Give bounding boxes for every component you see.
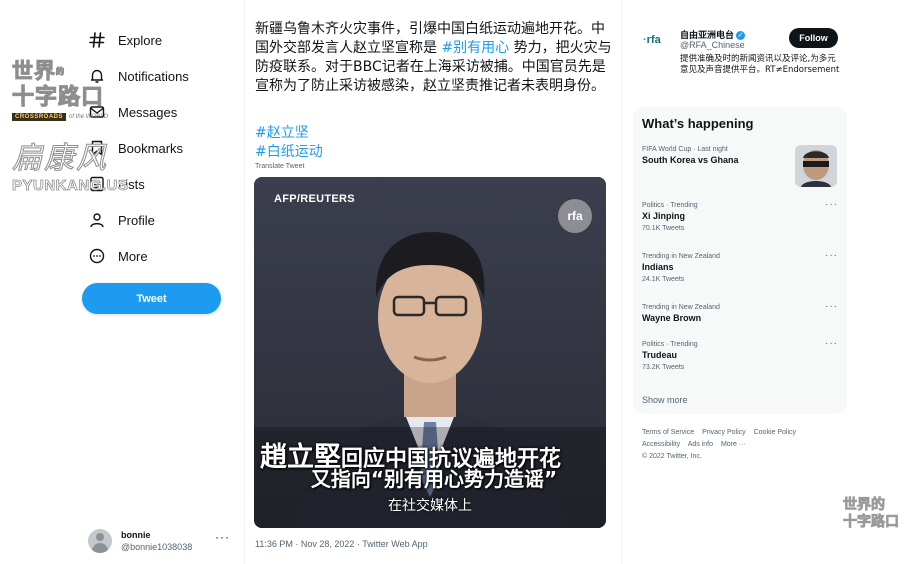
hashtag-link[interactable]: #白纸运动: [255, 143, 323, 162]
nav-explore-label: Explore: [118, 32, 163, 48]
account-more-icon[interactable]: ···: [215, 530, 230, 544]
watermark-tag: CROSSROADS: [12, 113, 67, 121]
hashtag-list: #赵立坚 #白纸运动: [255, 124, 323, 162]
author-handle[interactable]: @RFA_Chinese: [680, 40, 745, 50]
account-switcher[interactable]: bonnie @bonnie1038038 ···: [88, 526, 238, 556]
rfa-logo-icon: rfa: [558, 199, 592, 233]
trend-item[interactable]: Trending in New Zealand Indians 24.1K Tw…: [642, 250, 838, 286]
footer-link-ads[interactable]: Ads info: [688, 441, 713, 448]
watermark-line1: 世界: [12, 59, 56, 84]
show-more-link[interactable]: Show more: [642, 395, 688, 405]
account-handle: @bonnie1038038: [121, 542, 193, 552]
translate-tweet-link[interactable]: Translate Tweet: [255, 163, 304, 170]
more-circle-icon: [88, 247, 106, 265]
nav-explore[interactable]: Explore: [82, 22, 232, 58]
author-card: ·rfa 自由亚洲电台 ✓ @RFA_Chinese Follow 提供准确及时的…: [633, 22, 847, 96]
verified-badge-icon: ✓: [736, 31, 746, 40]
footer-copyright: © 2022 Twitter, Inc.: [642, 453, 702, 460]
watermark-line2: 十字路口: [12, 85, 105, 111]
rfa-avatar[interactable]: ·rfa: [643, 34, 661, 46]
trend-context: Trending in New Zealand: [642, 304, 720, 311]
watermark-url: PYUNKANG.US: [12, 177, 129, 195]
video-subtitle-line2: 又指向“别有用心势力造谣”: [310, 467, 558, 491]
footer-link-terms[interactable]: Terms of Service: [642, 429, 694, 436]
hashtag-link[interactable]: #赵立坚: [255, 124, 323, 143]
tweet-timestamp[interactable]: 11:36 PM · Nov 28, 2022 · Twitter Web Ap…: [255, 539, 428, 549]
channel-watermark: 世界的 十字路口 CROSSROADS of the WORLD 扁康风 PYU…: [12, 58, 142, 195]
nav-more[interactable]: More: [82, 238, 232, 274]
trend-more-icon[interactable]: ···: [825, 338, 838, 349]
trend-name: Xi Jinping: [642, 211, 686, 221]
trend-more-icon[interactable]: ···: [825, 199, 838, 210]
trend-name: Wayne Brown: [642, 313, 702, 323]
trend-count: 70.1K Tweets: [642, 225, 685, 232]
corner-watermark-line2: 十字路口: [843, 514, 900, 531]
trend-more-icon[interactable]: ···: [825, 250, 838, 261]
tweet-column: 新疆乌鲁木齐火灾事件，引爆中国白纸运动遍地开花。中国外交部发言人赵立坚宣称是 #…: [244, 0, 622, 564]
tweet-video[interactable]: AFP/REUTERS rfa 趙立堅回应中国抗议遍地开花 又指向“别有用心势力…: [254, 177, 606, 528]
corner-watermark-line1: 世界的: [843, 497, 886, 514]
account-name: bonnie: [121, 530, 151, 540]
whats-happening-panel: What’s happening FIFA World Cup · Last n…: [633, 107, 847, 414]
trend-count: 24.1K Tweets: [642, 276, 685, 283]
trend-name: Indians: [642, 262, 674, 272]
soccer-player-thumbnail-icon: [795, 145, 837, 187]
whats-happening-title: What’s happening: [642, 116, 754, 131]
watermark-line1-small: 的: [56, 67, 65, 77]
footer-link-privacy[interactable]: Privacy Policy: [702, 429, 746, 436]
tweet-text: 新疆乌鲁木齐火灾事件，引爆中国白纸运动遍地开花。中国外交部发言人赵立坚宣称是 #…: [255, 20, 613, 96]
author-bio: 提供准确及时的新闻资讯以及评论,为多元意见及声音提供平台。RT≠Endorsem…: [680, 54, 840, 75]
nav-more-label: More: [118, 248, 148, 264]
hashtag-icon: [88, 31, 106, 49]
follow-button[interactable]: Follow: [789, 28, 838, 48]
footer-link-more[interactable]: More ···: [721, 441, 746, 448]
footer-links: Terms of Service Privacy Policy Cookie P…: [642, 427, 842, 463]
hashtag-link-inline[interactable]: #别有用心: [441, 40, 509, 56]
trend-more-icon[interactable]: ···: [825, 301, 838, 312]
person-icon: [88, 211, 106, 229]
nav-profile[interactable]: Profile: [82, 202, 232, 238]
trend-context: Politics · Trending: [642, 341, 698, 348]
footer-link-cookie[interactable]: Cookie Policy: [754, 429, 796, 436]
trend-context: Politics · Trending: [642, 202, 698, 209]
trend-item[interactable]: Trending in New Zealand Wayne Brown ···: [642, 301, 838, 325]
corner-watermark: 世界的 十字路口: [843, 497, 913, 531]
footer-link-accessibility[interactable]: Accessibility: [642, 441, 680, 448]
trend-name: Trudeau: [642, 350, 678, 360]
rfa-avatar-text: rfa: [646, 34, 661, 46]
video-subtitle-line3: 在社交媒体上: [388, 498, 472, 514]
nav-profile-label: Profile: [118, 212, 155, 228]
trend-item[interactable]: Politics · Trending Xi Jinping 70.1K Twe…: [642, 199, 838, 235]
trend-count: 73.2K Tweets: [642, 364, 685, 371]
watermark-tag-rest: of the WORLD: [69, 114, 109, 120]
trend-context: Trending in New Zealand: [642, 253, 720, 260]
tweet-button[interactable]: Tweet: [82, 283, 221, 314]
watermark-script: 扁康风: [12, 141, 108, 177]
trend-thumbnail[interactable]: [795, 145, 837, 187]
media-source-label: AFP/REUTERS: [274, 193, 355, 205]
avatar: [88, 529, 112, 553]
trend-item[interactable]: Politics · Trending Trudeau 73.2K Tweets…: [642, 338, 838, 374]
